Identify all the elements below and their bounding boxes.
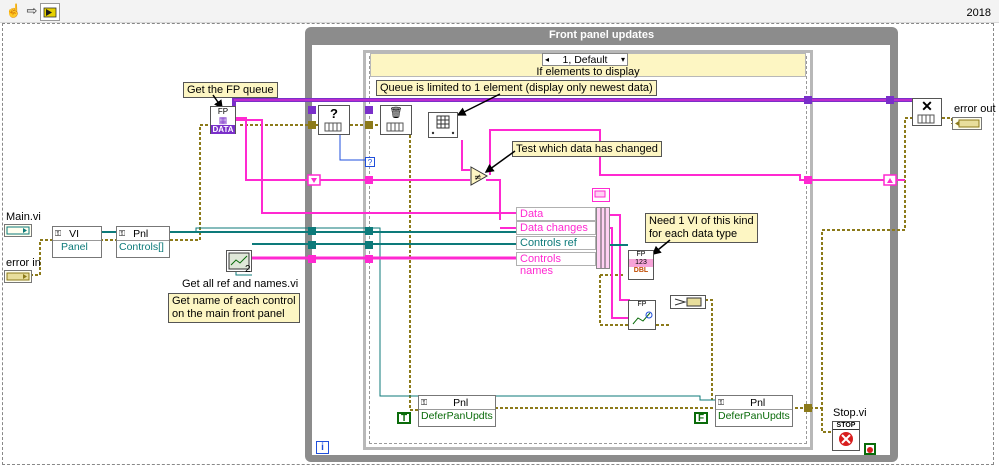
unbundle-element[interactable]: Data (516, 207, 596, 221)
error-out-indicator[interactable] (952, 117, 982, 130)
queue-icon: ▦ (218, 115, 228, 125)
true-constant[interactable]: T (397, 412, 411, 424)
close-icon: ✕ (921, 98, 933, 114)
cluster-icon (596, 207, 610, 269)
iteration-terminal[interactable]: i (316, 441, 329, 454)
panel-prop-controls: Controls[] (119, 241, 164, 253)
dequeue-node[interactable]: 🗑 (380, 105, 412, 135)
stop-subvi[interactable]: STOP (832, 421, 860, 451)
subvi-index: 2 (245, 264, 251, 275)
svg-text:≠: ≠ (474, 173, 482, 183)
defer-updates-node-left[interactable]: ⚿ Pnl DeferPanUpdts (418, 395, 496, 427)
key-icon: ⚿ (718, 397, 725, 407)
graph-update-subvi[interactable]: FP (628, 300, 656, 330)
question-icon: ? (330, 106, 338, 121)
panel-property-node[interactable]: ⚿ Pnl Controls[] (116, 226, 170, 258)
false-constant[interactable]: F (694, 412, 708, 424)
unbundle-element[interactable]: Controls ref (516, 236, 596, 250)
main-vi-control[interactable] (4, 224, 32, 237)
not-equal-node[interactable]: ≠ (470, 166, 489, 189)
dbl-update-subvi[interactable]: FP 123 DBL (628, 250, 654, 280)
stop-vi-label: Stop.vi (833, 407, 867, 419)
vi-prop-panel: Panel (61, 241, 88, 253)
trash-icon: 🗑 (389, 107, 403, 119)
release-queue-node[interactable]: ✕ (912, 98, 942, 126)
merge-errors-node[interactable] (670, 295, 706, 309)
error-in-label: error in (6, 257, 41, 269)
vi-property-node[interactable]: ⚿ VI Panel (52, 226, 102, 258)
queue-status-node[interactable]: ? (318, 105, 350, 135)
defer-updates-node-right[interactable]: ⚿ Pnl DeferPanUpdts (715, 395, 793, 427)
cluster-constant[interactable] (592, 188, 610, 202)
key-icon: ⚿ (421, 397, 428, 407)
index-array-node[interactable] (428, 112, 458, 138)
fp-data-subvi[interactable]: FP ▦ DATA (210, 106, 236, 134)
main-vi-label: Main.vi (6, 211, 41, 223)
boolean-indicator: ? (365, 157, 375, 167)
error-out-label: error out (954, 103, 996, 115)
unbundle-element[interactable]: Data changes (516, 221, 596, 235)
get-refs-label: Get all ref and names.vi (182, 278, 299, 290)
loop-condition-terminal[interactable] (864, 443, 876, 455)
unbundle-element[interactable]: Controls names (516, 252, 596, 277)
key-icon: ⚿ (119, 228, 126, 238)
error-in-control[interactable] (4, 270, 32, 283)
key-icon: ⚿ (55, 228, 62, 238)
